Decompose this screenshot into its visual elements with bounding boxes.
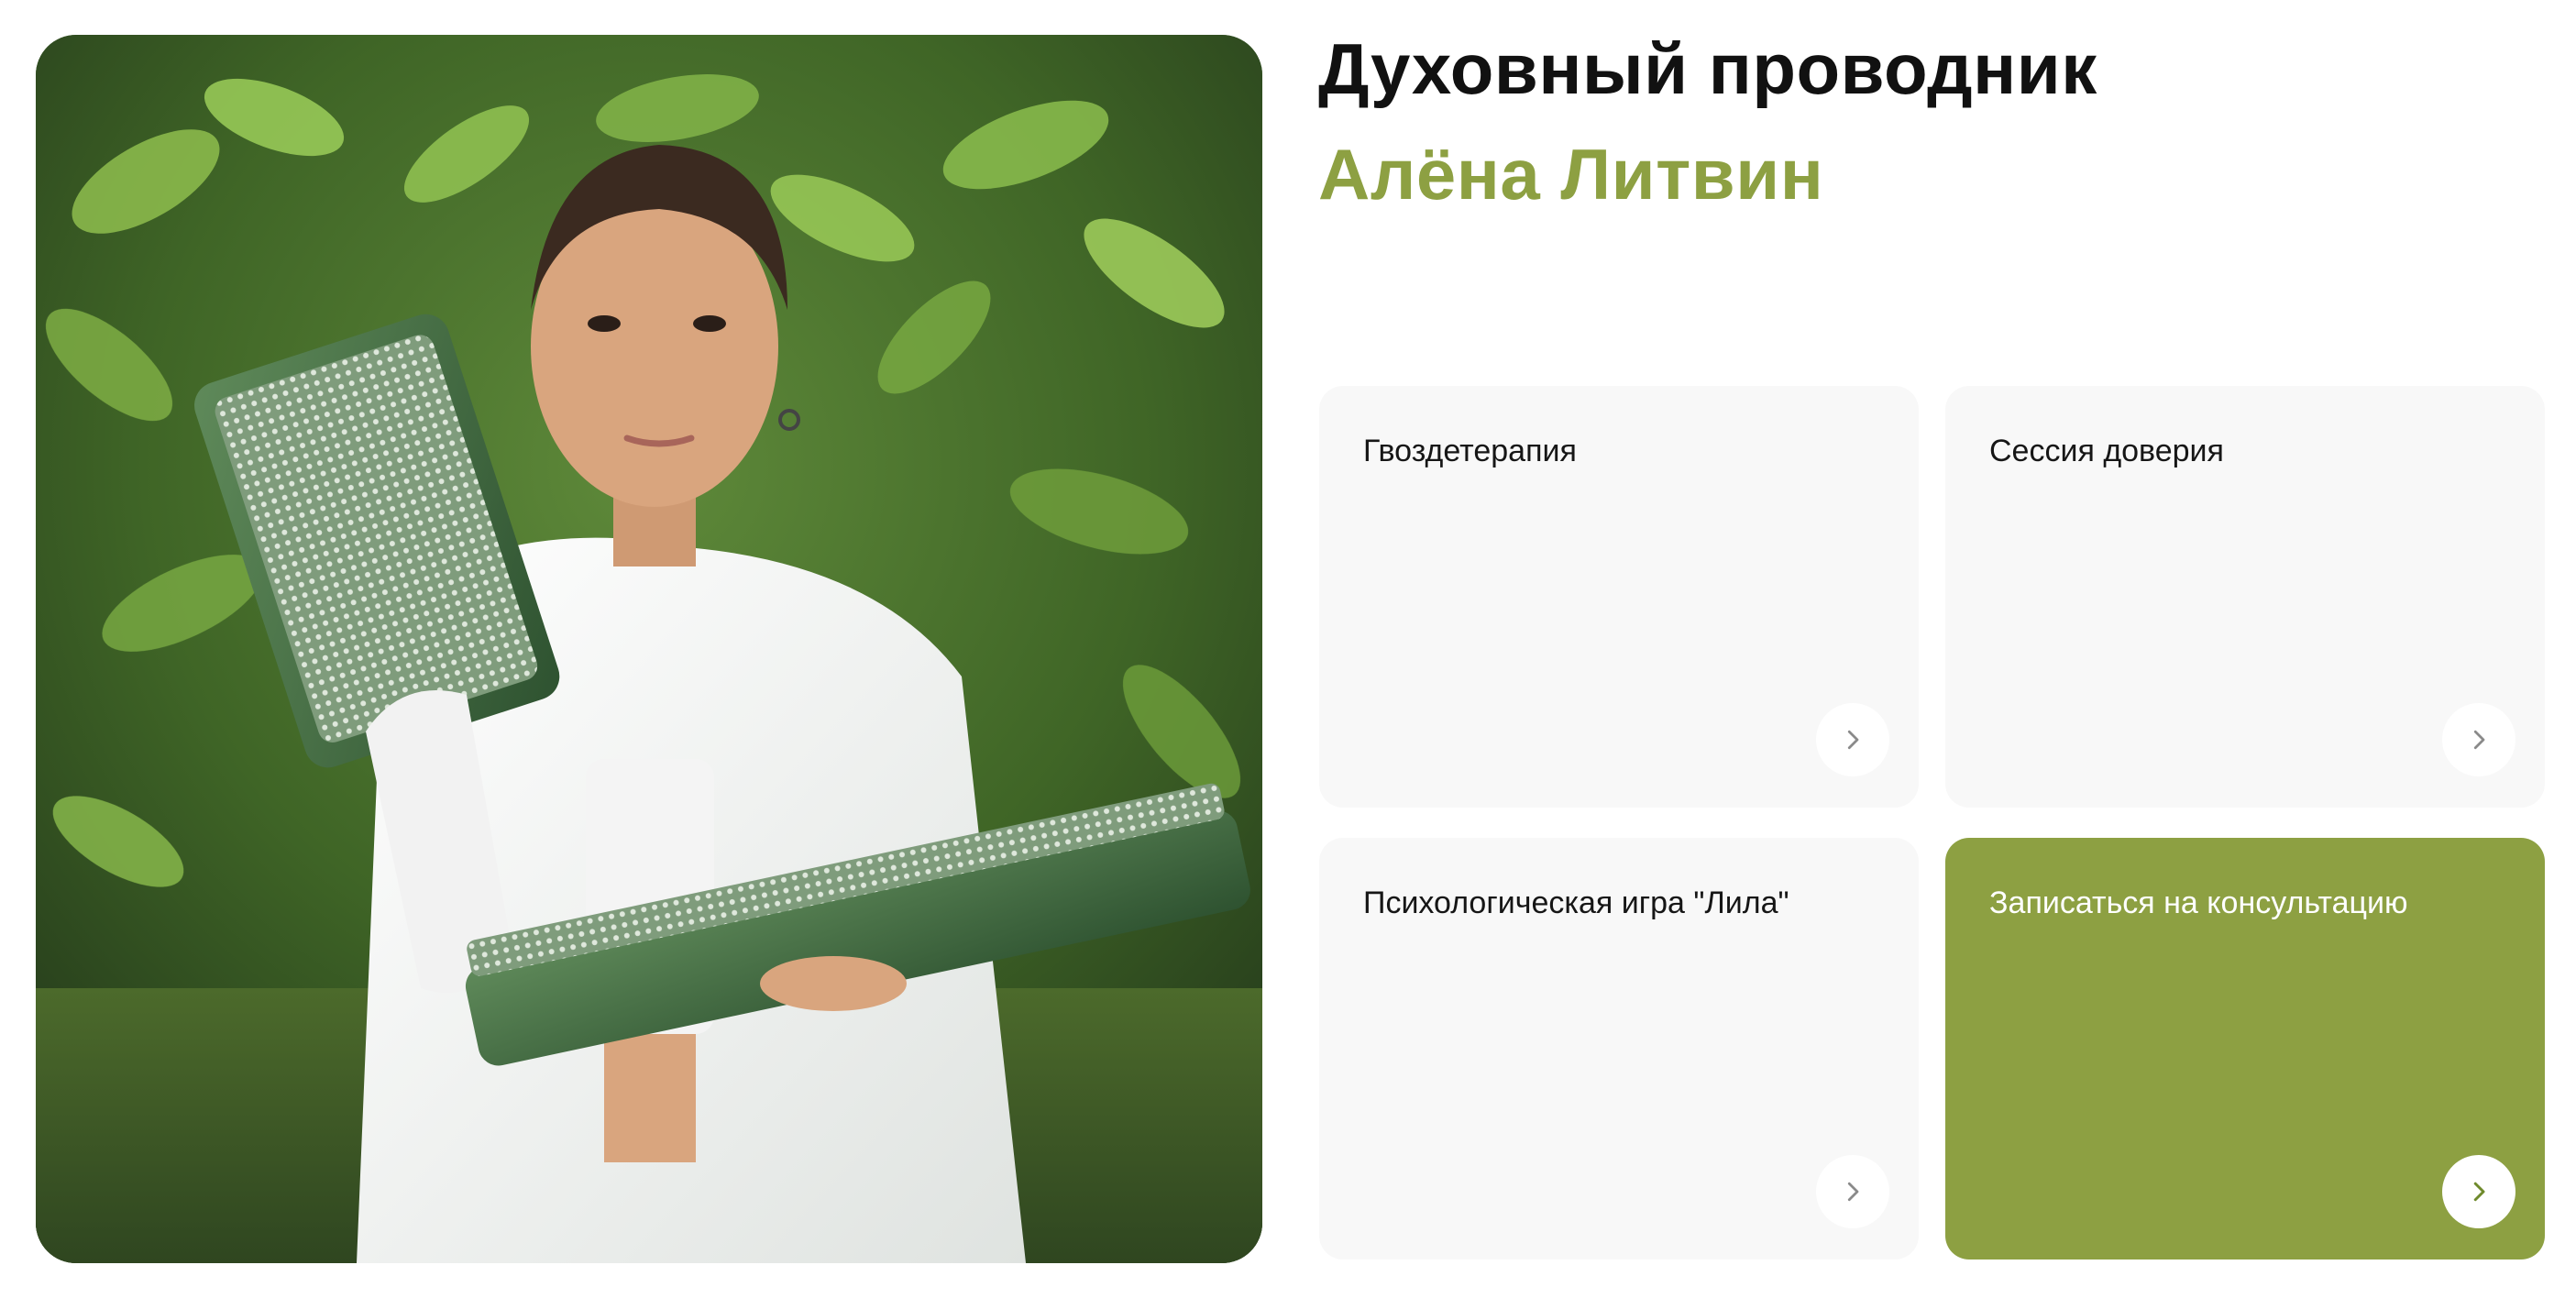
- person-name: Алёна Литвин: [1318, 134, 1824, 214]
- page-title: Духовный проводник: [1318, 28, 2097, 109]
- card-arrow-button[interactable]: [1816, 1155, 1889, 1228]
- card-arrow-button[interactable]: [2442, 703, 2515, 776]
- chevron-right-icon: [2473, 730, 2485, 750]
- page: Духовный проводник Алёна Литвин Гвоздете…: [0, 0, 2576, 1298]
- card-label: Гвоздетерапия: [1363, 434, 1577, 468]
- chevron-right-icon: [1847, 730, 1859, 750]
- portrait-photo: [36, 35, 1262, 1263]
- book-consultation-card[interactable]: Записаться на консультацию: [1945, 838, 2545, 1260]
- card-arrow-button[interactable]: [2442, 1155, 2515, 1228]
- card-label: Записаться на консультацию: [1989, 886, 2408, 920]
- card-label: Сессия доверия: [1989, 434, 2224, 468]
- chevron-right-icon: [1847, 1182, 1859, 1202]
- card-arrow-button[interactable]: [1816, 703, 1889, 776]
- chevron-right-icon: [2473, 1182, 2485, 1202]
- service-card-nail-therapy[interactable]: Гвоздетерапия: [1319, 386, 1919, 808]
- service-card-trust-session[interactable]: Сессия доверия: [1945, 386, 2545, 808]
- portrait-illustration: [36, 35, 1262, 1263]
- card-label: Психологическая игра "Лила": [1363, 886, 1789, 920]
- service-card-lila-game[interactable]: Психологическая игра "Лила": [1319, 838, 1919, 1260]
